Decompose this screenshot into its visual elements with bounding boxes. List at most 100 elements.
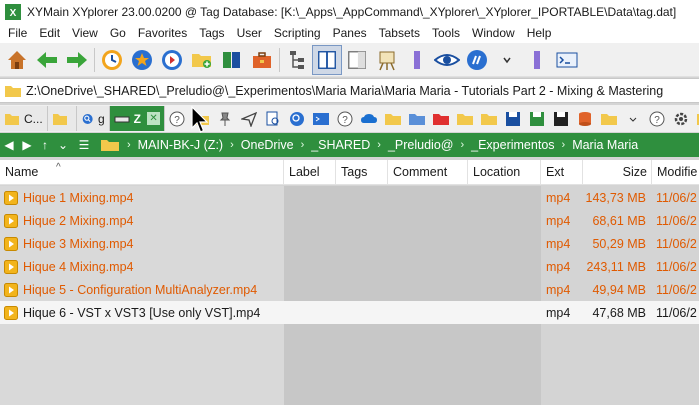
- recent-button[interactable]: [97, 45, 127, 75]
- send-button[interactable]: [237, 107, 261, 131]
- folder-button-5[interactable]: [597, 107, 621, 131]
- folder-button-4[interactable]: [477, 107, 501, 131]
- preview-button[interactable]: [432, 45, 462, 75]
- address-bar[interactable]: Z:\OneDrive\_SHARED\_Preludio@\_Experime…: [0, 78, 699, 103]
- save-button[interactable]: [501, 107, 525, 131]
- tab-folder[interactable]: [47, 106, 77, 131]
- nav-back-icon[interactable]: ◀: [0, 138, 18, 152]
- column-header-modified[interactable]: Modifie: [652, 160, 699, 185]
- menu-user[interactable]: User: [231, 26, 268, 40]
- dual-pane-button[interactable]: [312, 44, 342, 75]
- menu-tabsets[interactable]: Tabsets: [373, 26, 426, 40]
- column-header-name[interactable]: Name ^: [0, 159, 284, 185]
- nav-forward-icon[interactable]: ▶: [18, 138, 36, 152]
- table-row[interactable]: Hique 3 Mixing.mp4 mp4 50,29 MB 11/06/2: [0, 232, 699, 255]
- column-header-size[interactable]: Size: [583, 159, 652, 185]
- nav-history-icon[interactable]: ⌄: [54, 138, 72, 152]
- floppy-icon: [554, 111, 569, 126]
- file-modified: 11/06/2: [652, 301, 699, 324]
- menu-view[interactable]: View: [66, 26, 104, 40]
- column-header-tags[interactable]: Tags: [336, 159, 388, 185]
- purple-button[interactable]: [402, 45, 432, 75]
- breadcrumb-item[interactable]: _SHARED: [307, 138, 374, 152]
- menu-tools[interactable]: Tools: [426, 26, 466, 40]
- menu-scripting[interactable]: Scripting: [268, 26, 327, 40]
- table-row[interactable]: Hique 4 Mixing.mp4 mp4 243,11 MB 11/06/2: [0, 255, 699, 278]
- find-button[interactable]: [285, 107, 309, 131]
- file-ext: mp4: [541, 301, 583, 324]
- column-label: Tags: [341, 165, 368, 179]
- command-button[interactable]: [309, 107, 333, 131]
- folder-button-2[interactable]: [381, 107, 405, 131]
- home-button[interactable]: [2, 45, 32, 75]
- folder-red-button[interactable]: [429, 107, 453, 131]
- column-header-comment[interactable]: Comment: [388, 159, 468, 185]
- video-file-icon: [4, 190, 18, 205]
- address-path[interactable]: Z:\OneDrive\_SHARED\_Preludio@\_Experime…: [26, 84, 663, 98]
- menu-go[interactable]: Go: [104, 26, 132, 40]
- breadcrumb-item[interactable]: MAIN-BK-J (Z:): [134, 138, 227, 152]
- file-name: Hique 4 Mixing.mp4: [23, 259, 134, 274]
- gear-button[interactable]: [669, 107, 693, 131]
- table-row[interactable]: Hique 2 Mixing.mp4 mp4 68,61 MB 11/06/2: [0, 209, 699, 232]
- dropdown-button[interactable]: [492, 45, 522, 75]
- breadcrumb-item[interactable]: _Experimentos: [467, 138, 558, 152]
- onedrive-button[interactable]: [357, 107, 381, 131]
- column-label: Ext: [546, 165, 565, 179]
- column-header-ext[interactable]: Ext: [541, 159, 583, 185]
- folder-button-6[interactable]: [693, 107, 699, 131]
- chevron-button[interactable]: [621, 107, 645, 131]
- back-button[interactable]: [32, 45, 62, 75]
- close-icon[interactable]: ✕: [147, 112, 161, 125]
- console-icon: [313, 112, 330, 125]
- chevron-down-icon: [503, 57, 511, 63]
- pin-button[interactable]: [213, 107, 237, 131]
- hamburger-icon[interactable]: ☰: [72, 138, 96, 152]
- save-black-button[interactable]: [549, 107, 573, 131]
- menu-file[interactable]: File: [2, 26, 33, 40]
- menu-window[interactable]: Window: [466, 26, 521, 40]
- hotlist-button[interactable]: [157, 45, 187, 75]
- document-search-icon: [266, 111, 279, 125]
- layout-button[interactable]: [342, 45, 372, 75]
- catalog-button[interactable]: [217, 45, 247, 75]
- list-empty-area[interactable]: [0, 324, 699, 405]
- easel-button[interactable]: [372, 45, 402, 75]
- forward-button[interactable]: [62, 45, 92, 75]
- folder-button-3[interactable]: [453, 107, 477, 131]
- column-header-label[interactable]: Label: [284, 159, 336, 185]
- breadcrumb-item[interactable]: _Preludio@: [384, 138, 458, 152]
- terminal-button[interactable]: [552, 45, 582, 75]
- tree-button[interactable]: [282, 45, 312, 75]
- tab-c[interactable]: C...: [0, 106, 48, 131]
- table-row[interactable]: Hique 1 Mixing.mp4 mp4 143,73 MB 11/06/2: [0, 186, 699, 209]
- menu-panes[interactable]: Panes: [327, 26, 373, 40]
- table-row-selected[interactable]: Hique 6 - VST x VST3 [Use only VST].mp4 …: [0, 301, 699, 324]
- save-search-button[interactable]: [261, 107, 285, 131]
- column-header-location[interactable]: Location: [468, 159, 541, 185]
- new-folder-button[interactable]: [187, 45, 217, 75]
- toolbar-separator: [94, 47, 95, 72]
- panel-icon: [348, 50, 366, 69]
- folder-blue-button[interactable]: [405, 107, 429, 131]
- breadcrumb-item[interactable]: Maria Maria: [568, 138, 642, 152]
- tab-z-active[interactable]: Z ✕: [109, 106, 166, 131]
- table-row[interactable]: Hique 5 - Configuration MultiAnalyzer.mp…: [0, 278, 699, 301]
- menu-tags[interactable]: Tags: [193, 26, 230, 40]
- database-button[interactable]: [573, 107, 597, 131]
- info-button[interactable]: ?: [333, 107, 357, 131]
- menu-edit[interactable]: Edit: [33, 26, 66, 40]
- tab-search[interactable]: g: [76, 106, 110, 131]
- custom-button[interactable]: [462, 45, 492, 75]
- save-green-button[interactable]: [525, 107, 549, 131]
- purple-bar-button[interactable]: [522, 45, 552, 75]
- menu-help[interactable]: Help: [521, 26, 558, 40]
- nav-up-icon[interactable]: ↑: [36, 138, 54, 152]
- menu-favorites[interactable]: Favorites: [132, 26, 193, 40]
- metadata-cells: [284, 301, 541, 324]
- breadcrumb-item[interactable]: OneDrive: [237, 138, 298, 152]
- help-button-2[interactable]: ?: [645, 107, 669, 131]
- help-button[interactable]: ?: [165, 107, 189, 131]
- toolbox-button[interactable]: [247, 45, 277, 75]
- favorites-button[interactable]: [127, 45, 157, 75]
